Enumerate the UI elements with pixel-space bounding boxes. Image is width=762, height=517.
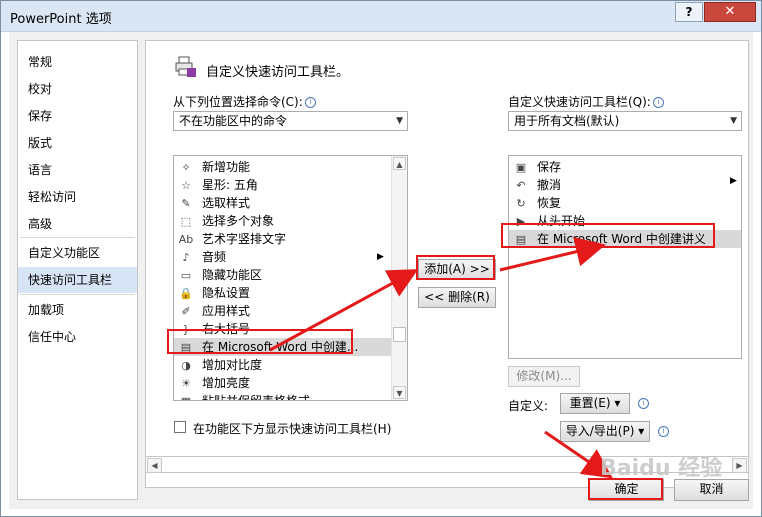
watermark: Baidu 经验	[600, 456, 723, 481]
arrow-to-add	[269, 269, 419, 352]
arrow-to-ok	[544, 430, 613, 479]
annotation-arrows	[269, 237, 613, 479]
arrow-to-list	[499, 237, 606, 272]
